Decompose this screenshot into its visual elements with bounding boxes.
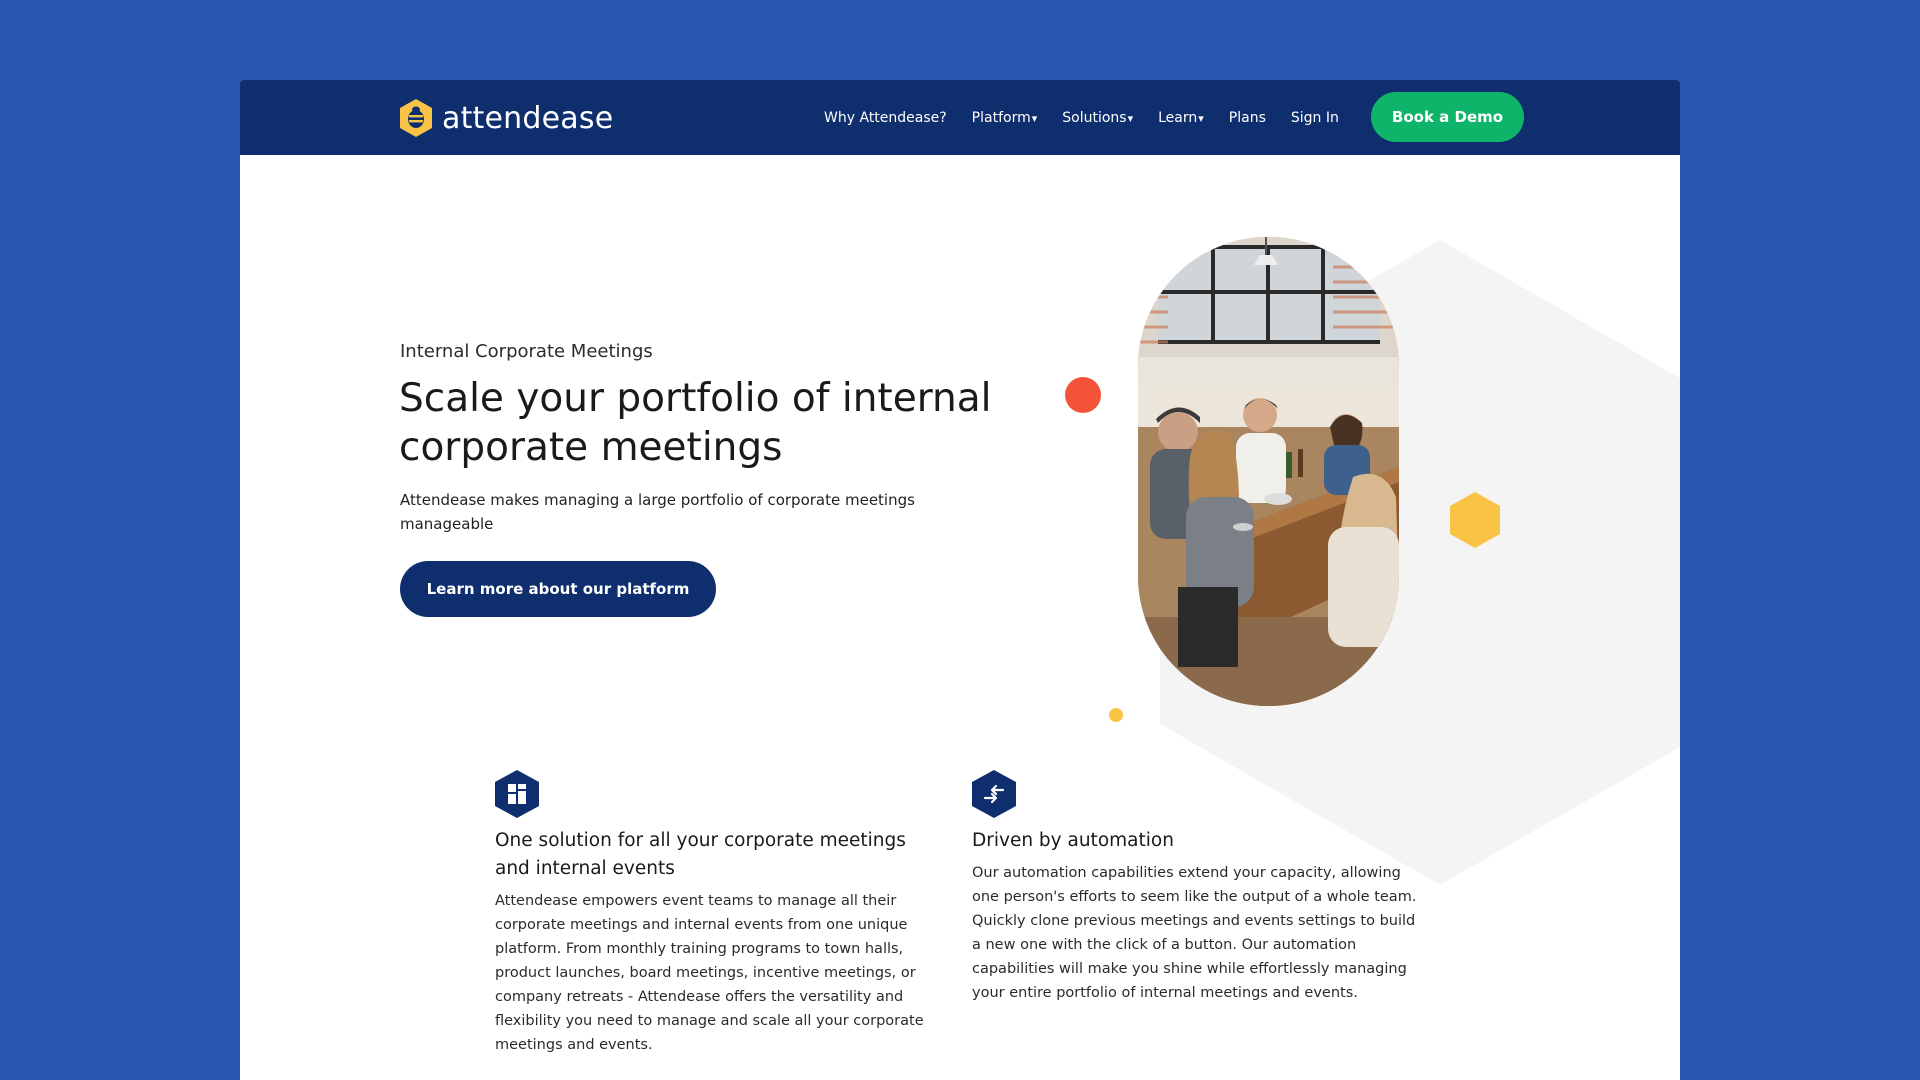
main-nav: Why Attendease? Platform▾ Solutions▾ Lea… [824, 80, 1339, 155]
nav-label: Why Attendease? [824, 109, 947, 126]
feature-body: Our automation capabilities extend your … [972, 865, 1417, 1001]
book-demo-button[interactable]: Book a Demo [1371, 92, 1524, 142]
nav-item-platform[interactable]: Platform▾ [972, 110, 1038, 126]
nav-item-learn[interactable]: Learn▾ [1158, 110, 1204, 126]
decorative-red-dot [1065, 377, 1101, 413]
page-container: attendease Why Attendease? Platform▾ Sol… [240, 80, 1680, 1080]
top-navbar: attendease Why Attendease? Platform▾ Sol… [240, 80, 1680, 155]
hero-headline: Scale your portfolio of internal corpora… [399, 376, 992, 470]
decorative-yellow-hexagon [1450, 492, 1500, 548]
hero-eyebrow: Internal Corporate Meetings [400, 341, 653, 362]
feature-card-one-solution: One solution for all your corporate meet… [495, 770, 945, 1057]
hero-subtitle: Attendease makes managing a large portfo… [400, 491, 915, 533]
nav-item-plans[interactable]: Plans [1229, 110, 1266, 126]
feature-title: Driven by automation [972, 830, 1174, 851]
nav-label: Learn [1158, 109, 1198, 126]
dropdown-caret-icon: ▾ [1127, 111, 1134, 125]
nav-item-solutions[interactable]: Solutions▾ [1062, 110, 1133, 126]
brand-name: attendease [442, 100, 614, 136]
dropdown-caret-icon: ▾ [1198, 111, 1204, 125]
grid-layout-icon [495, 770, 539, 818]
nav-label: Solutions [1062, 109, 1127, 126]
nav-item-why-attendease[interactable]: Why Attendease? [824, 110, 947, 126]
brand-logo[interactable]: attendease [398, 98, 613, 138]
learn-more-platform-button[interactable]: Learn more about our platform [400, 561, 716, 617]
feature-title: One solution for all your corporate meet… [495, 830, 906, 879]
dropdown-caret-icon: ▾ [1031, 111, 1038, 125]
meeting-photo-illustration [1138, 237, 1399, 706]
hero-photo-meeting [1138, 237, 1399, 706]
swap-arrows-icon [972, 770, 1016, 818]
bee-hexagon-logo-icon [400, 99, 432, 137]
decorative-yellow-dot [1109, 708, 1123, 722]
nav-item-sign-in[interactable]: Sign In [1291, 110, 1339, 126]
feature-body: Attendease empowers event teams to manag… [495, 893, 924, 1053]
nav-label: Plans [1228, 109, 1266, 126]
nav-label: Platform [971, 109, 1031, 126]
feature-card-automation: Driven by automation Our automation capa… [972, 770, 1422, 1005]
nav-label: Sign In [1290, 109, 1339, 126]
